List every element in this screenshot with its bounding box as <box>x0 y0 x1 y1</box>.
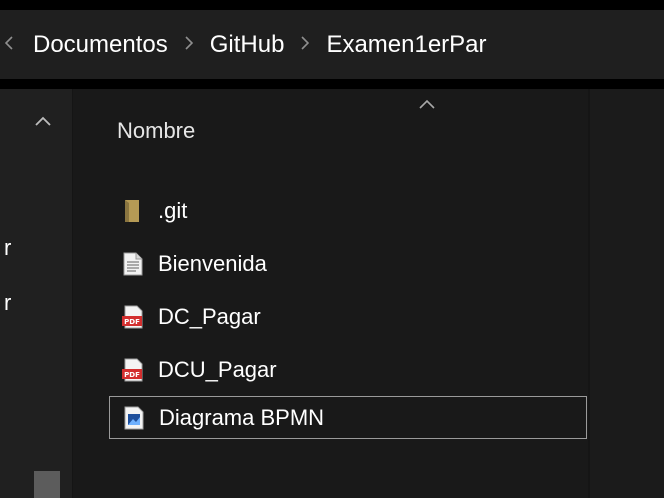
file-name: Bienvenida <box>158 250 267 276</box>
navigation-pane: r r <box>0 89 72 498</box>
image-file-icon <box>123 405 145 431</box>
sort-ascending-icon <box>418 97 436 109</box>
file-row[interactable]: .git <box>109 189 587 232</box>
address-bar[interactable]: Documentos GitHub Examen1erPar <box>0 10 664 79</box>
file-name: DCU_Pagar <box>158 356 277 382</box>
file-row[interactable]: PDF DC_Pagar <box>109 295 587 338</box>
nav-item-label-clipped[interactable]: r <box>4 237 11 259</box>
file-row[interactable]: PDF DCU_Pagar <box>109 348 587 391</box>
details-pane <box>590 89 664 498</box>
file-name: DC_Pagar <box>158 303 261 329</box>
breadcrumb-item-examen1erpar[interactable]: Examen1erPar <box>326 31 486 59</box>
svg-text:PDF: PDF <box>124 371 140 379</box>
breadcrumb: Documentos GitHub Examen1erPar <box>0 10 487 79</box>
breadcrumb-chevron-icon <box>4 34 13 55</box>
pdf-icon: PDF <box>122 357 144 383</box>
svg-text:PDF: PDF <box>124 318 140 326</box>
folder-icon <box>122 198 144 224</box>
file-row[interactable]: Bienvenida <box>109 242 587 285</box>
file-name: Diagrama BPMN <box>159 404 325 430</box>
nav-item-label-clipped[interactable]: r <box>4 292 11 314</box>
pdf-icon: PDF <box>122 304 144 330</box>
chevron-right-icon[interactable] <box>301 34 310 55</box>
file-explorer-window: Documentos GitHub Examen1erPar r r Nombr… <box>0 0 664 498</box>
breadcrumb-item-github[interactable]: GitHub <box>210 31 285 59</box>
file-row-selected[interactable]: Diagrama BPMN <box>109 396 587 439</box>
chevron-right-icon[interactable] <box>185 34 193 55</box>
breadcrumb-item-documentos[interactable]: Documentos <box>33 31 168 59</box>
file-name: .git <box>158 197 188 223</box>
nav-scrollbar-thumb[interactable] <box>34 471 60 498</box>
scroll-up-arrow-icon[interactable] <box>34 114 52 128</box>
text-document-icon <box>122 251 144 277</box>
file-list: Nombre .git Bienvenida PDF DC_Pagar PDF … <box>73 89 590 498</box>
main-area: r r Nombre .git Bienvenida PDF DC_Pagar … <box>0 89 664 498</box>
column-header-name[interactable]: Nombre <box>117 118 195 144</box>
